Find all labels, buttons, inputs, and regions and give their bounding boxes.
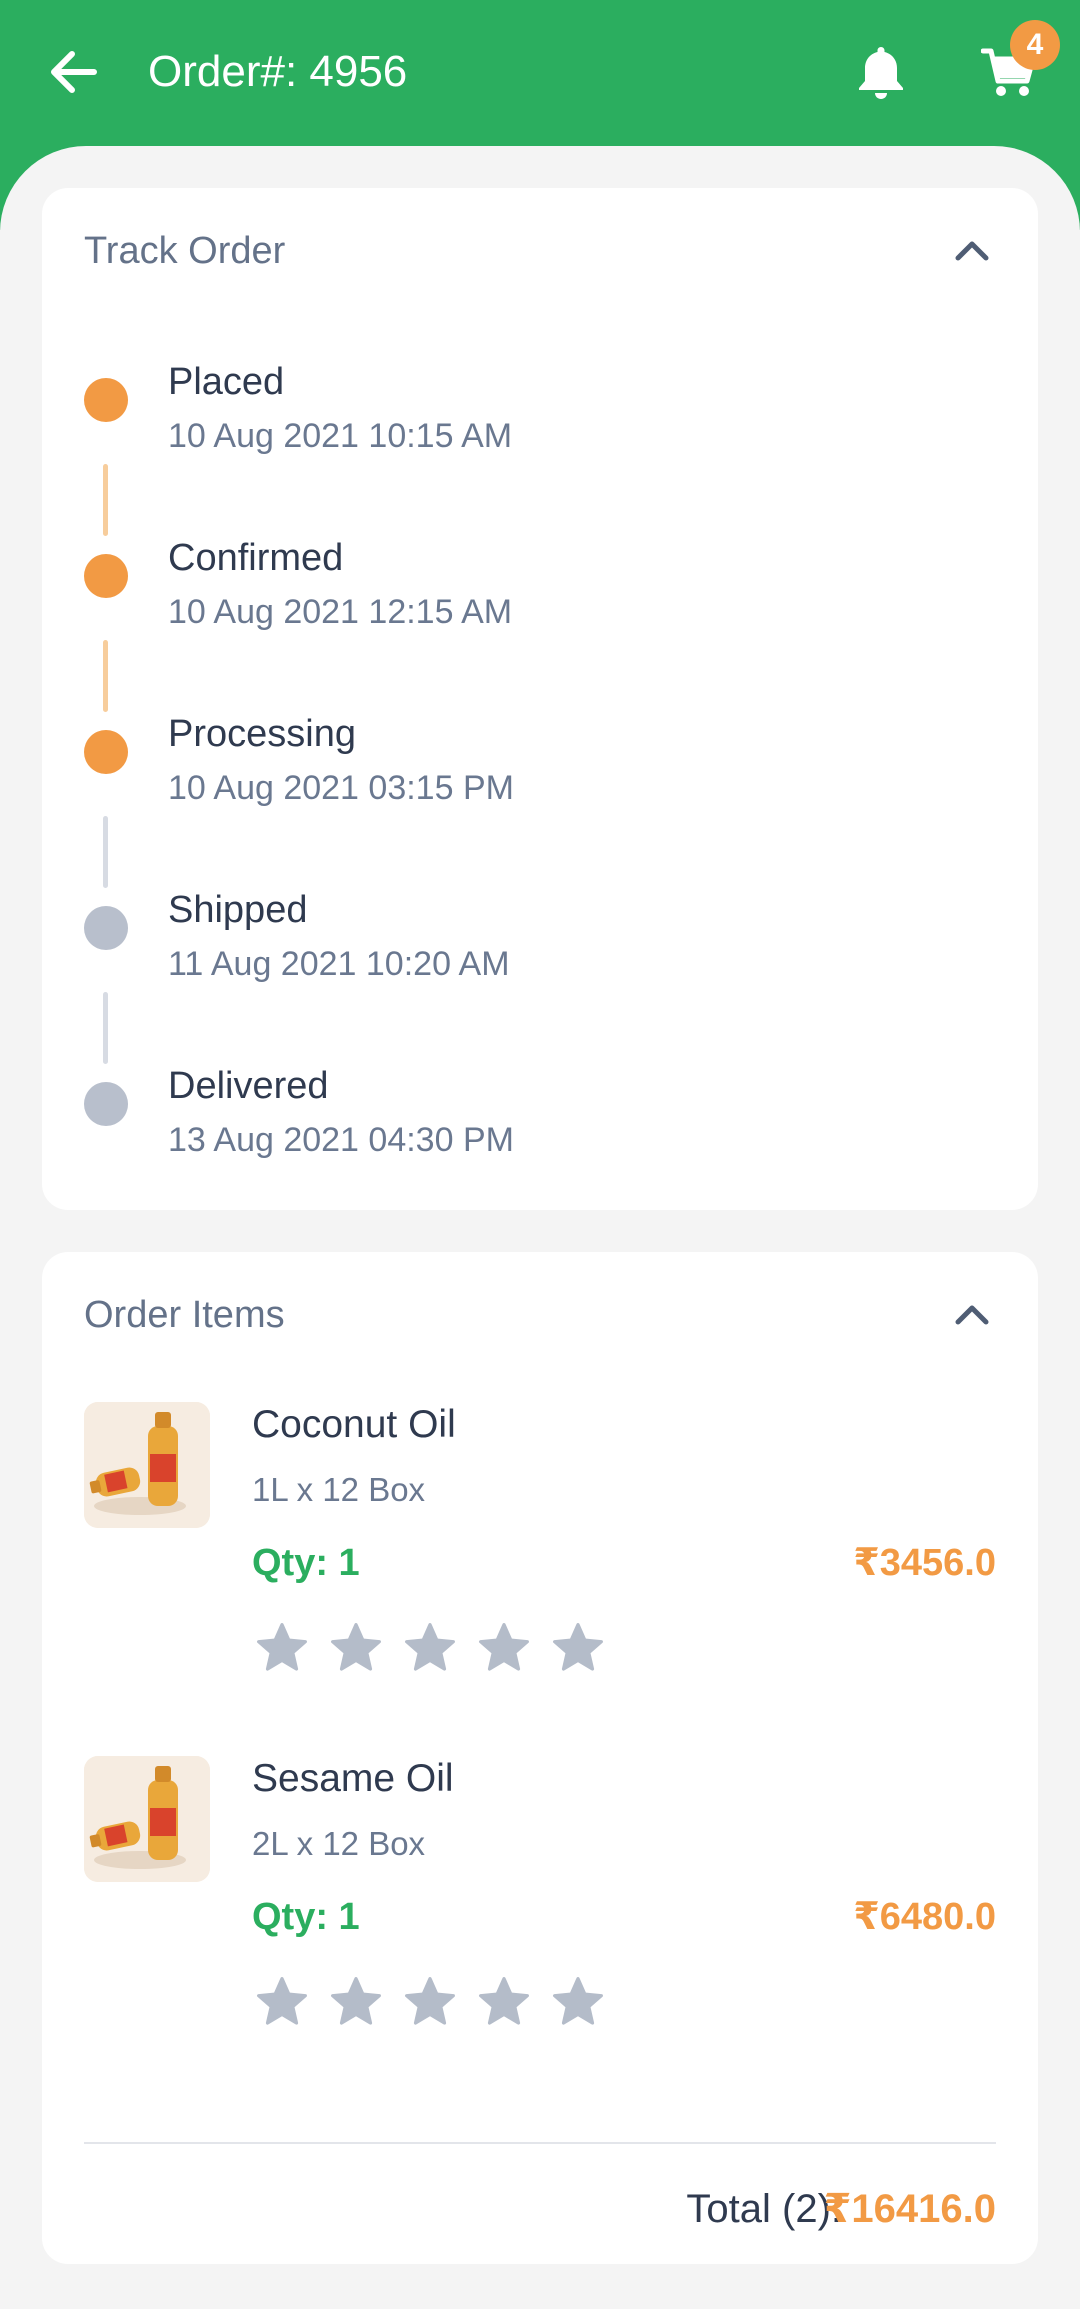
track-order-collapse-button[interactable]	[952, 234, 992, 264]
product-image	[84, 1756, 210, 1882]
step-name: Shipped	[168, 889, 308, 931]
product-pack-size: 1L x 12 Box	[252, 1471, 426, 1508]
step-dot	[84, 378, 128, 422]
product-price: ₹3456.0	[853, 1542, 996, 1584]
step-date: 10 Aug 2021 10:15 AM	[168, 417, 513, 455]
chevron-up-icon	[955, 1305, 989, 1325]
order-item[interactable]: Sesame Oil 2L x 12 Box Qty: 1 ₹6480.0	[42, 1756, 1038, 2086]
star-icon[interactable]	[402, 1974, 458, 2030]
step-dot	[84, 730, 128, 774]
star-icon[interactable]	[328, 1620, 384, 1676]
oil-bottles-image	[84, 1402, 210, 1528]
total-label: Total (2):	[686, 2187, 842, 2231]
step-connector	[103, 640, 108, 712]
product-name: Sesame Oil	[252, 1757, 454, 1800]
step-name: Delivered	[168, 1065, 329, 1107]
order-items-heading: Order Items	[84, 1294, 285, 1336]
step-dot	[84, 554, 128, 598]
product-quantity: Qty: 1	[252, 1542, 360, 1584]
total-value: ₹16416.0	[823, 2187, 996, 2231]
step-name: Placed	[168, 361, 285, 403]
step-date: 11 Aug 2021 10:20 AM	[168, 945, 510, 983]
order-item[interactable]: Coconut Oil 1L x 12 Box Qty: 1 ₹3456.0	[42, 1402, 1038, 1732]
product-name: Coconut Oil	[252, 1403, 456, 1446]
timeline-step: Processing 10 Aug 2021 03:15 PM	[42, 712, 1038, 832]
star-icon[interactable]	[402, 1620, 458, 1676]
page-title: Order#: 4956	[148, 47, 408, 96]
star-icon[interactable]	[476, 1974, 532, 2030]
star-icon[interactable]	[550, 1620, 606, 1676]
step-dot	[84, 906, 128, 950]
cart-count-badge: 4	[1010, 20, 1060, 70]
step-name: Processing	[168, 713, 356, 755]
bell-icon	[859, 47, 903, 99]
star-icon[interactable]	[254, 1974, 310, 2030]
product-pack-size: 2L x 12 Box	[252, 1825, 426, 1862]
star-icon[interactable]	[328, 1974, 384, 2030]
track-order-card: Track Order Placed 10 Aug 2021 10:15 AM …	[42, 188, 1038, 1210]
track-order-heading: Track Order	[84, 230, 286, 272]
step-connector	[103, 816, 108, 888]
oil-bottles-image	[84, 1756, 210, 1882]
chevron-up-icon	[955, 241, 989, 261]
divider	[84, 2142, 996, 2144]
timeline-step: Confirmed 10 Aug 2021 12:15 AM	[42, 536, 1038, 656]
step-connector	[103, 464, 108, 536]
order-items-card: Order Items Coconut Oil 1L x 12 Box Qty:…	[42, 1252, 1038, 2264]
step-date: 10 Aug 2021 12:15 AM	[168, 593, 513, 631]
rating-stars	[254, 1974, 606, 2030]
star-icon[interactable]	[476, 1620, 532, 1676]
order-items-collapse-button[interactable]	[952, 1298, 992, 1328]
step-dot	[84, 1082, 128, 1126]
step-name: Confirmed	[168, 537, 344, 579]
timeline-step: Placed 10 Aug 2021 10:15 AM	[42, 360, 1038, 480]
product-price: ₹6480.0	[853, 1896, 996, 1938]
star-icon[interactable]	[550, 1974, 606, 2030]
step-date: 10 Aug 2021 03:15 PM	[168, 769, 514, 807]
product-image	[84, 1402, 210, 1528]
rating-stars	[254, 1620, 606, 1676]
product-quantity: Qty: 1	[252, 1896, 360, 1938]
arrow-left-icon	[51, 51, 97, 93]
step-connector	[103, 992, 108, 1064]
timeline-step: Shipped 11 Aug 2021 10:20 AM	[42, 888, 1038, 1008]
step-date: 13 Aug 2021 04:30 PM	[168, 1121, 514, 1159]
timeline-step: Delivered 13 Aug 2021 04:30 PM	[42, 1064, 1038, 1184]
notifications-button[interactable]	[846, 36, 916, 110]
back-button[interactable]	[44, 40, 104, 104]
star-icon[interactable]	[254, 1620, 310, 1676]
